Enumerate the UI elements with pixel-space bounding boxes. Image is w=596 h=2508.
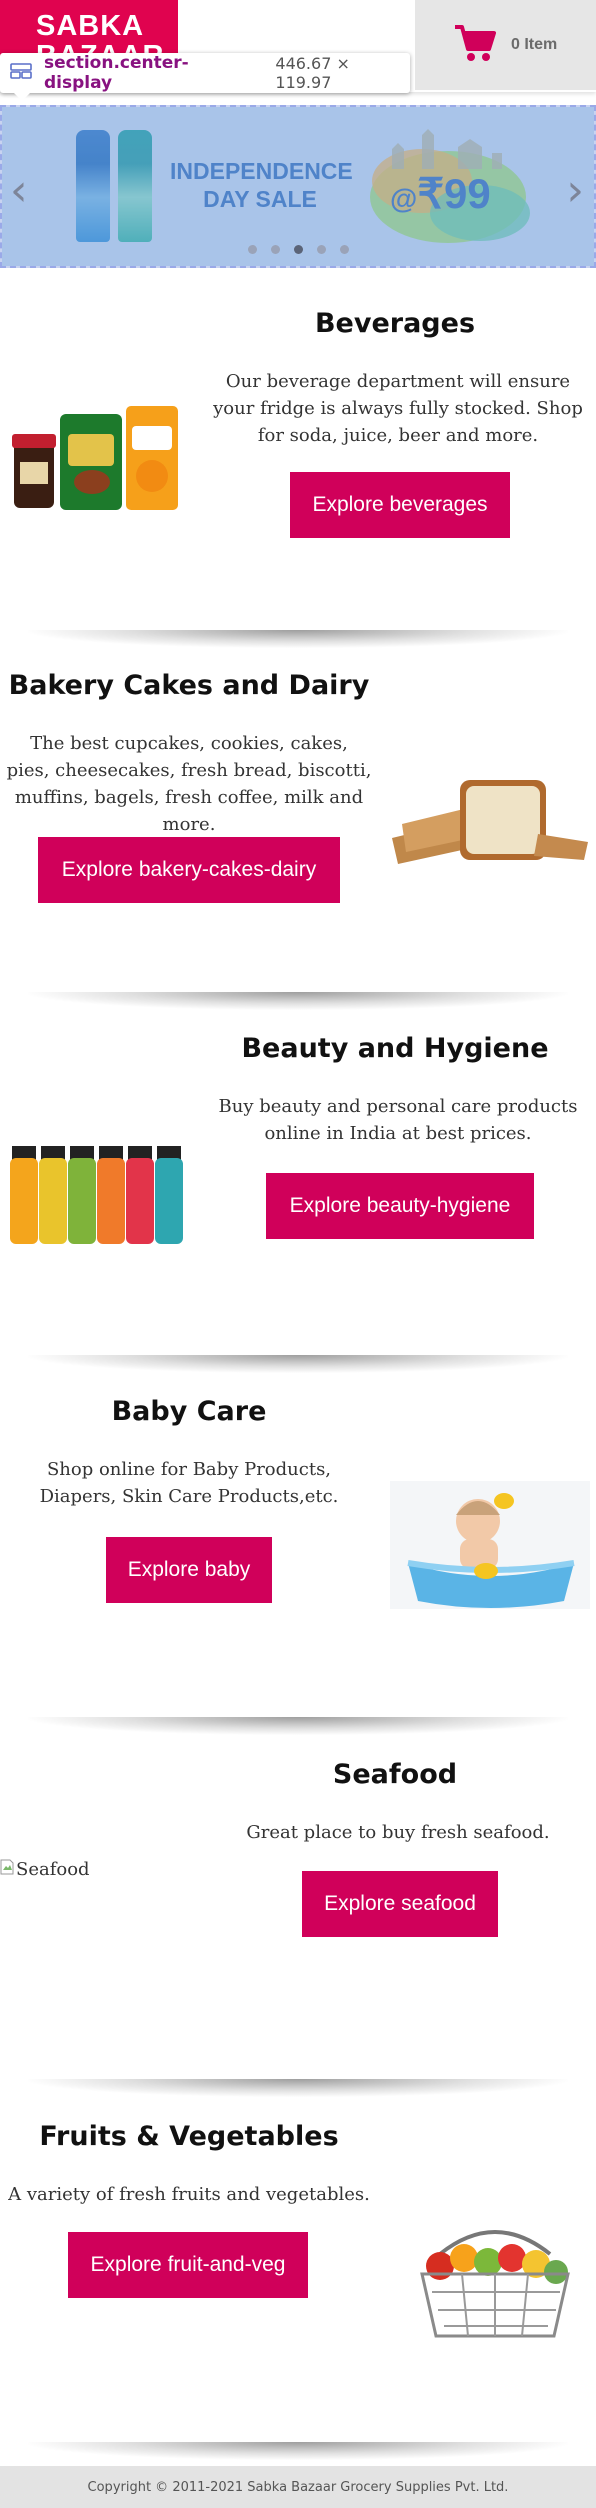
- category-description: Shop online for Baby Products, Diapers, …: [39, 1459, 339, 1507]
- category-beauty-hygiene: Beauty and Hygiene Buy beauty and person…: [0, 1010, 596, 1372]
- carousel-dot[interactable]: [271, 245, 280, 254]
- section-divider: [28, 1717, 568, 1735]
- seafood-image-alt-text: Seafood: [16, 1859, 90, 1880]
- explore-bakery-cakes-dairy-button[interactable]: Explore bakery-cakes-dairy: [38, 837, 340, 903]
- category-title: Beverages: [314, 308, 476, 339]
- explore-beverages-button[interactable]: Explore beverages: [290, 472, 510, 538]
- category-title: Fruits & Vegetables: [39, 2121, 339, 2152]
- category-title: Bakery Cakes and Dairy: [8, 670, 370, 701]
- category-description: The best cupcakes, cookies, cakes, pies,…: [6, 733, 372, 835]
- fruit-basket-image: [420, 2230, 570, 2338]
- cart-item-count: 0 Item: [511, 36, 558, 53]
- tooltip-selector: section.center-display: [44, 53, 189, 93]
- beauty-products-image: [10, 1146, 183, 1244]
- section-divider: [28, 992, 568, 1010]
- bakery-bread-image: [392, 780, 588, 864]
- category-description: A variety of fresh fruits and vegetables…: [8, 2184, 370, 2205]
- shopping-cart-icon: [453, 23, 497, 68]
- seafood-image-broken: Seafood: [0, 1859, 90, 1880]
- sabka-bazaar-logo[interactable]: SABKA BAZAAR: [0, 0, 178, 58]
- section-divider: [28, 630, 568, 648]
- carousel-dot-active[interactable]: [294, 245, 303, 254]
- category-title: Baby Care: [111, 1396, 267, 1427]
- category-title: Seafood: [332, 1759, 458, 1790]
- tooltip-dimensions: 446.67 × 119.97: [275, 54, 350, 92]
- offers-carousel[interactable]: INDEPENDENCE DAY SALE @₹99 ‹ ›: [0, 105, 596, 268]
- section-divider: [28, 1355, 568, 1373]
- baby-in-tub-image: [390, 1481, 590, 1609]
- site-footer: Copyright © 2011-2021 Sabka Bazaar Groce…: [0, 2466, 596, 2508]
- carousel-dot[interactable]: [317, 245, 326, 254]
- copyright-text: Copyright © 2011-2021 Sabka Bazaar Groce…: [87, 2479, 509, 2495]
- carousel-dots: [248, 245, 349, 254]
- carousel-dot[interactable]: [340, 245, 349, 254]
- devtools-inspector-tooltip: section.center-display 446.67 × 119.97: [0, 53, 410, 101]
- beverages-image: [12, 406, 178, 510]
- category-baby-care: Baby Care Shop online for Baby Products,…: [0, 1373, 596, 1735]
- explore-beauty-hygiene-button[interactable]: Explore beauty-hygiene: [266, 1173, 534, 1239]
- section-divider: [28, 2079, 568, 2097]
- section-divider: [28, 2442, 568, 2460]
- category-bakery-cakes-dairy: Bakery Cakes and Dairy The best cupcakes…: [0, 647, 596, 1009]
- explore-baby-button[interactable]: Explore baby: [106, 1537, 272, 1603]
- element-highlight-overlay: [2, 107, 594, 266]
- cart-button[interactable]: 0 Item: [415, 0, 596, 90]
- tooltip-arrow: [14, 93, 30, 101]
- category-description: Our beverage department will ensure your…: [213, 371, 583, 446]
- category-beverages: Beverages Our beverage department will e…: [0, 285, 596, 647]
- logo-line-1: SABKA: [36, 10, 145, 42]
- explore-seafood-button[interactable]: Explore seafood: [302, 1871, 498, 1937]
- layout-grid-icon: [10, 62, 32, 84]
- category-fruits-vegetables: Fruits & Vegetables A variety of fresh f…: [0, 2098, 596, 2460]
- chevron-right-icon[interactable]: ›: [566, 169, 584, 213]
- category-description: Buy beauty and personal care products on…: [218, 1096, 578, 1144]
- category-title: Beauty and Hygiene: [241, 1033, 549, 1064]
- category-description: Great place to buy fresh seafood.: [246, 1822, 550, 1843]
- explore-fruit-and-veg-button[interactable]: Explore fruit-and-veg: [68, 2232, 308, 2298]
- category-seafood: Seafood Seafood Great place to buy fresh…: [0, 1736, 596, 2098]
- carousel-dot[interactable]: [248, 245, 257, 254]
- chevron-left-icon[interactable]: ‹: [10, 169, 28, 213]
- broken-image-icon: [0, 1859, 14, 1880]
